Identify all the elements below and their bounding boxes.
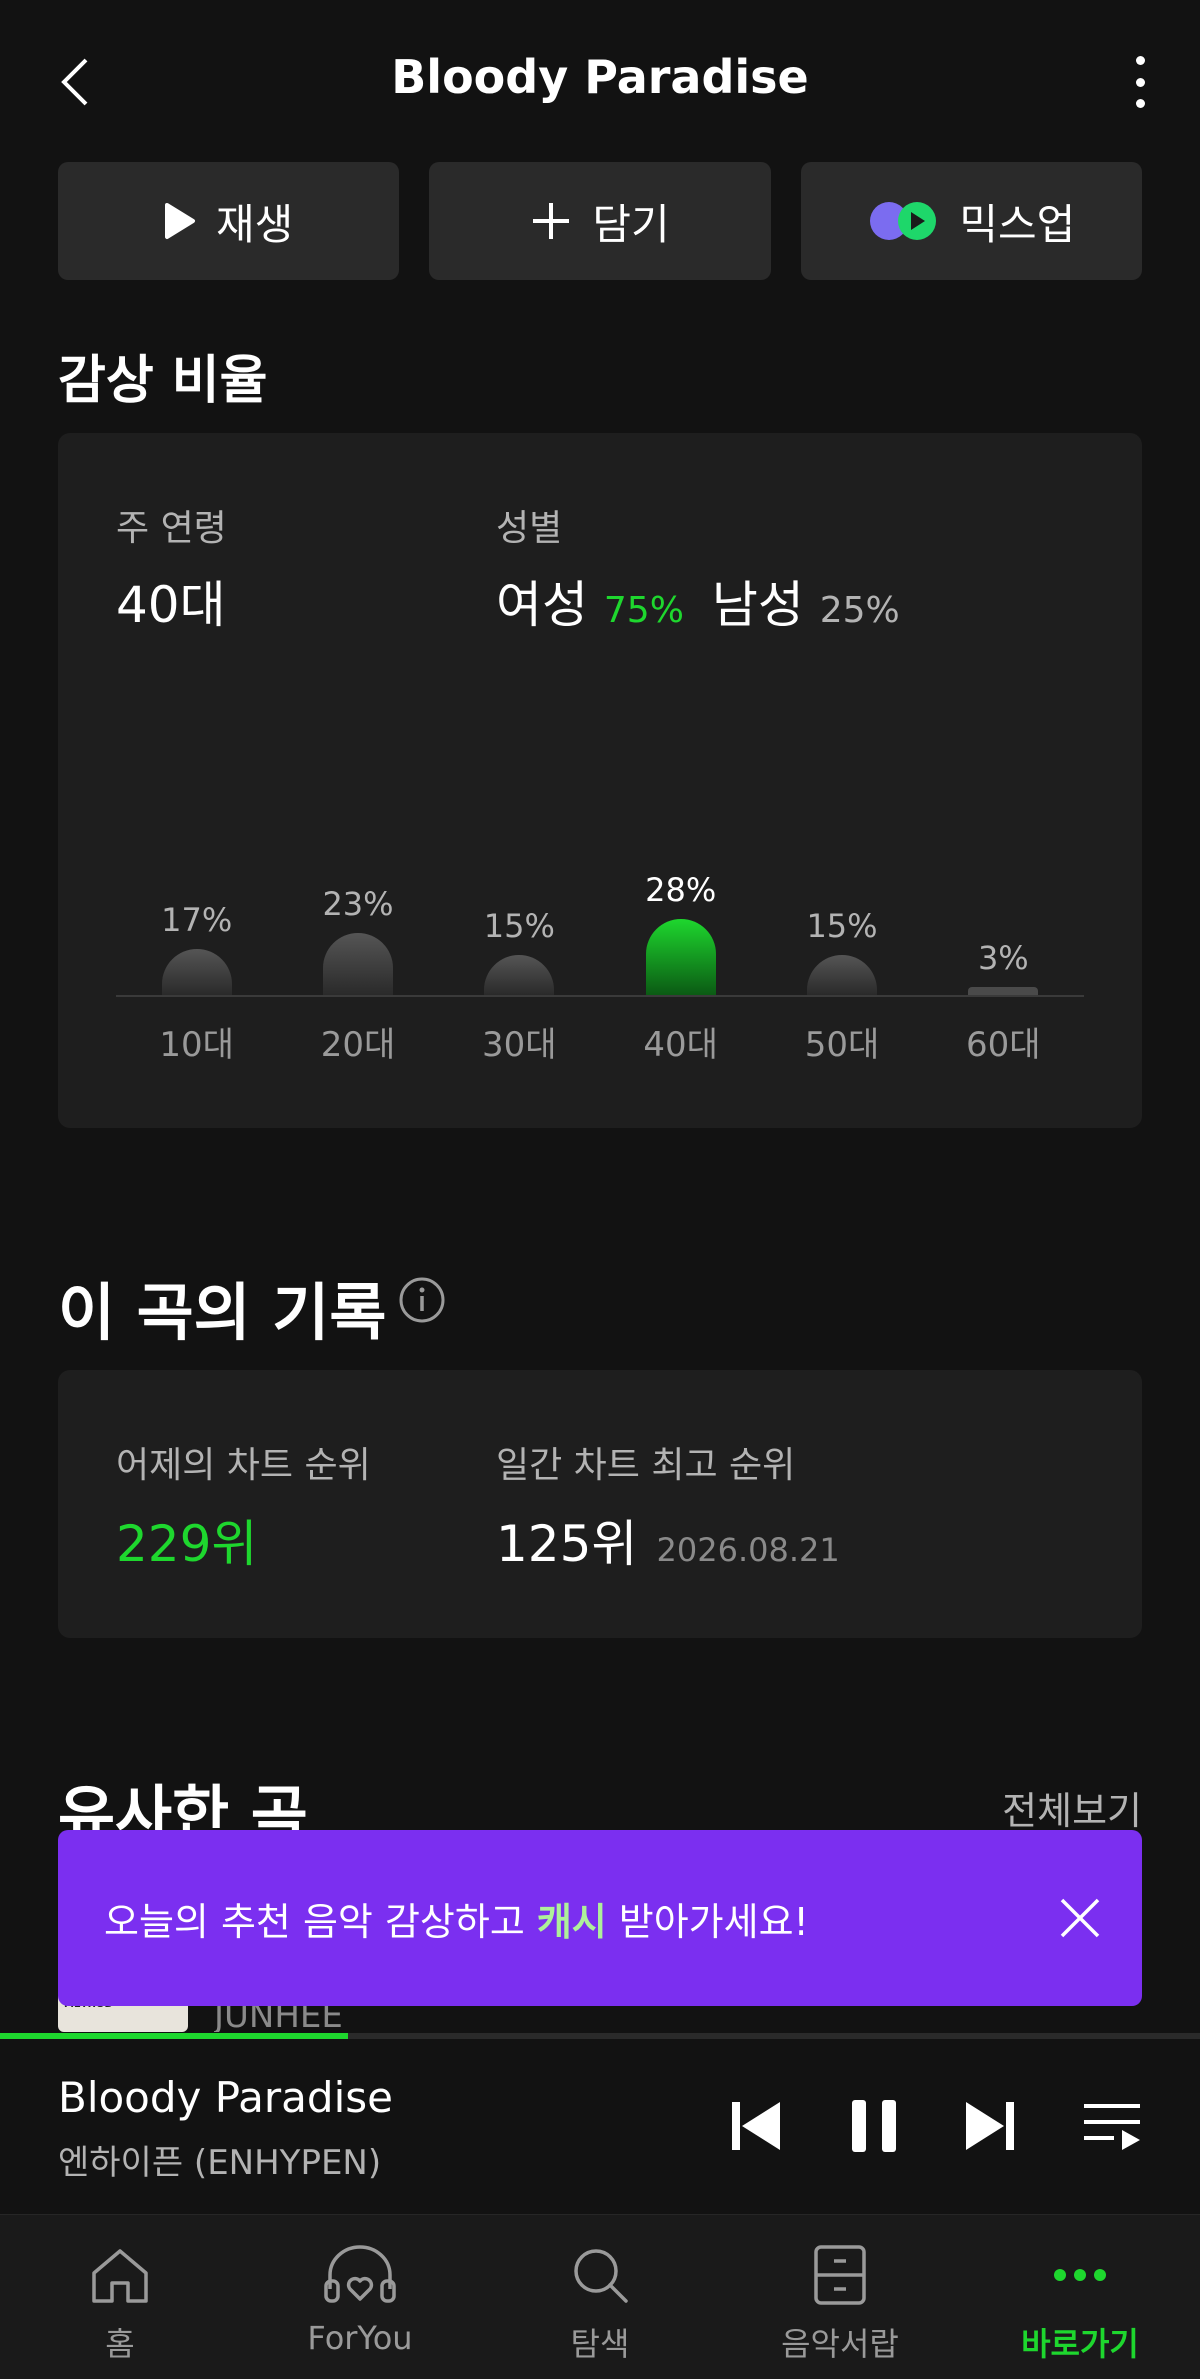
- chart-value-label: 15%: [483, 906, 555, 945]
- best-rank: 125위 2026.08.21: [496, 1504, 840, 1576]
- close-icon[interactable]: [1054, 1892, 1106, 1944]
- drawer-icon: [814, 2245, 866, 2305]
- chart-value-label: 23%: [322, 884, 394, 923]
- bottom-navigation: 홈 ForYou 탐색 음악서랍 바로가기: [0, 2214, 1200, 2379]
- chart-category-label: 30대: [482, 1025, 557, 1065]
- player-track-title: Bloody Paradise: [58, 2073, 393, 2122]
- nav-drawer-label: 음악서랍: [781, 2325, 899, 2363]
- add-label: 담기: [592, 199, 670, 249]
- headphones-heart-icon: [324, 2245, 396, 2303]
- yesterday-rank-value: 229위: [116, 1515, 258, 1573]
- promo-toast[interactable]: 오늘의 추천 음악 감상하고 캐시 받아가세요!: [58, 1830, 1142, 2006]
- chart-category-label: 50대: [804, 1025, 880, 1065]
- chart-value-label: 15%: [806, 906, 878, 945]
- more-dots-icon: [1054, 2269, 1106, 2281]
- chart-bar-20대: [323, 932, 393, 995]
- nav-foryou[interactable]: ForYou: [240, 2215, 480, 2379]
- chart-bar-10대: [161, 949, 232, 995]
- dot: [1135, 77, 1145, 87]
- chart-bar-50대: [807, 954, 877, 995]
- chart-bar-30대: [484, 954, 555, 995]
- chart-value-label: 3%: [977, 938, 1029, 977]
- nav-home[interactable]: 홈: [0, 2215, 240, 2379]
- dot: [1135, 56, 1145, 65]
- best-rank-value: 125위: [496, 1515, 638, 1573]
- best-rank-date: 2026.08.21: [656, 1531, 840, 1569]
- toast-text-before: 오늘의 추천 음악 감상하고: [104, 1899, 525, 1944]
- toast-highlight: 캐시: [536, 1899, 607, 1944]
- action-buttons: 재생 담기 믹스업: [58, 162, 1142, 280]
- add-button[interactable]: 담기: [429, 162, 771, 280]
- chart-bar-60대: [968, 986, 1039, 995]
- mixup-icon: [870, 202, 937, 240]
- top-bar: Bloody Paradise: [0, 0, 1200, 160]
- playlist-icon[interactable]: [1080, 2094, 1144, 2158]
- previous-track-icon[interactable]: [724, 2094, 788, 2158]
- mixup-button[interactable]: 믹스업: [800, 162, 1142, 280]
- home-icon: [92, 2249, 148, 2303]
- chart-category-label: 10대: [159, 1025, 234, 1065]
- nav-search-label: 탐색: [570, 2325, 630, 2363]
- nav-home-label: 홈: [105, 2325, 135, 2363]
- player-artist: 엔하이픈 (ENHYPEN): [58, 2143, 382, 2183]
- records-title: 이 곡의 기록: [58, 1276, 387, 1349]
- records-card: 어제의 차트 순위 229위 일간 차트 최고 순위 125위 2026.08.…: [58, 1370, 1142, 1638]
- chart-value-label: 28%: [645, 871, 717, 910]
- nav-shortcuts[interactable]: 바로가기: [960, 2215, 1200, 2379]
- best-rank-label: 일간 차트 최고 순위: [496, 1445, 796, 1486]
- similar-songs-title: 유사한 곡: [58, 1778, 308, 1830]
- chart-value-label: 17%: [161, 901, 233, 940]
- mixup-label: 믹스업: [959, 199, 1076, 249]
- page-title: Bloody Paradise: [391, 50, 809, 104]
- view-all-link[interactable]: 전체보기: [1002, 1780, 1142, 1835]
- search-icon: [574, 2249, 628, 2303]
- more-options-button[interactable]: [1120, 52, 1160, 112]
- play-label: 재생: [216, 199, 294, 249]
- chart-category-label: 40대: [643, 1025, 718, 1065]
- next-track-icon[interactable]: [958, 2094, 1022, 2158]
- nav-search[interactable]: 탐색: [480, 2215, 720, 2379]
- plus-icon: [533, 203, 570, 239]
- chart-category-label: 60대: [966, 1025, 1041, 1065]
- nav-foryou-label: ForYou: [307, 2319, 413, 2357]
- listening-ratio-title: 감상 비율: [58, 351, 268, 411]
- dot: [1135, 99, 1145, 108]
- chart-category-label: 20대: [320, 1025, 396, 1065]
- chart-bar-40대: [645, 919, 716, 995]
- mini-player[interactable]: Bloody Paradise 엔하이픈 (ENHYPEN): [0, 2039, 1200, 2214]
- pause-icon[interactable]: [842, 2094, 906, 2158]
- toast-text-after: 받아가세요!: [618, 1899, 809, 1944]
- play-icon: [165, 203, 196, 239]
- listening-ratio-card: 주 연령 40대 성별 여성 75% 남성 25% 17% 10대 23% 20대 15…: [58, 433, 1142, 1128]
- nav-shortcuts-label: 바로가기: [1021, 2325, 1139, 2363]
- yesterday-rank-label: 어제의 차트 순위: [116, 1445, 371, 1486]
- nav-drawer[interactable]: 음악서랍: [720, 2215, 960, 2379]
- play-button[interactable]: 재생: [58, 162, 400, 280]
- info-icon[interactable]: [398, 1276, 446, 1324]
- age-distribution-chart: 17% 10대 23% 20대 15% 30대 28% 40대 15% 50대 3% 60대: [116, 433, 1084, 1128]
